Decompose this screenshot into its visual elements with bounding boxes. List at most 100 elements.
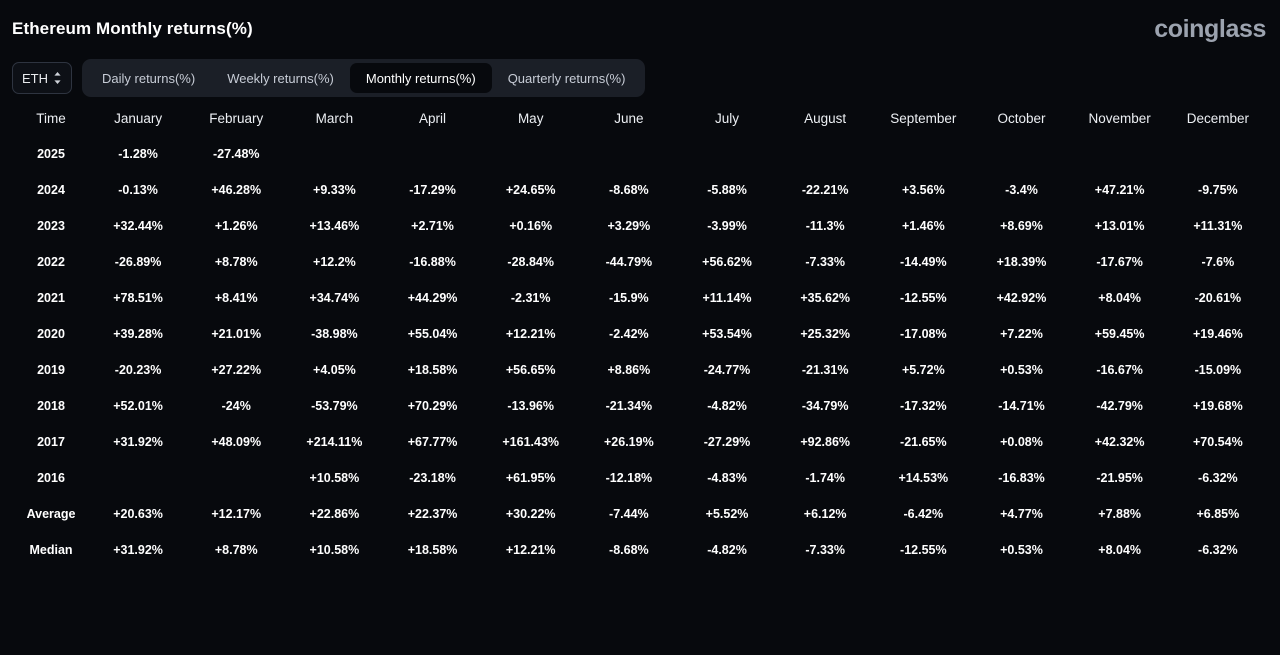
cell-2021-march: +34.74%	[309, 291, 360, 305]
column-header-september: September	[890, 111, 957, 126]
cell-median-july: -4.82%	[707, 543, 747, 557]
cell-empty	[777, 137, 873, 171]
cell-empty	[188, 461, 284, 495]
cell-2016-march: +10.58%	[309, 471, 360, 485]
cell-2021-june: -15.9%	[609, 291, 649, 305]
cell-2021-january: +78.51%	[113, 291, 163, 305]
cell-2019-april: +18.58%	[407, 363, 458, 377]
cell-2020-june: -2.42%	[609, 327, 649, 341]
cell-2024-may: +24.65%	[505, 183, 556, 197]
tab-daily-returns[interactable]: Daily returns(%)	[86, 63, 211, 93]
column-header-october: October	[997, 111, 1046, 126]
cell-2021-february: +8.41%	[214, 291, 258, 305]
cell-2019-february: +27.22%	[211, 363, 262, 377]
cell-empty	[581, 137, 677, 171]
cell-average-december: +6.85%	[1196, 507, 1240, 521]
cell-2024-october: -3.4%	[1005, 183, 1038, 197]
column-header-august: August	[804, 111, 847, 126]
table-row: 2019 -20.23% +27.22% +4.05% +18.58% +56.65% +8…	[14, 353, 1266, 387]
cell-2018-august: -34.79%	[801, 399, 849, 413]
cell-2022-august: -7.33%	[805, 255, 845, 269]
cell-2018-may: -13.96%	[507, 399, 554, 413]
tab-quarterly-returns[interactable]: Quarterly returns(%)	[492, 63, 642, 93]
cell-empty	[875, 137, 971, 171]
cell-2021-november: +8.04%	[1098, 291, 1142, 305]
cell-2024-april: -17.29%	[409, 183, 456, 197]
cell-2023-june: +3.29%	[607, 219, 651, 233]
cell-2024-march: +9.33%	[313, 183, 356, 197]
cell-2020-january: +39.28%	[113, 327, 163, 341]
cell-average-june: -7.44%	[609, 507, 649, 521]
tab-weekly-returns[interactable]: Weekly returns(%)	[211, 63, 350, 93]
cell-median-april: +18.58%	[407, 543, 458, 557]
cell-average-january: +20.63%	[113, 507, 163, 521]
cell-2017-october: +0.08%	[1000, 435, 1043, 449]
cell-2019-july: -24.77%	[703, 363, 751, 377]
tab-monthly-returns[interactable]: Monthly returns(%)	[349, 63, 492, 93]
returns-heatmap-page: Ethereum Monthly returns(%) coinglass ET…	[0, 0, 1280, 655]
column-header-time: Time	[36, 111, 66, 126]
column-header-november: November	[1088, 111, 1151, 126]
cell-median-september: -12.55%	[900, 543, 947, 557]
cell-2023-april: +2.71%	[411, 219, 454, 233]
cell-empty	[1170, 137, 1266, 171]
cell-median-december: -6.32%	[1198, 543, 1238, 557]
cell-2020-february: +21.01%	[211, 327, 262, 341]
cell-2017-march: +214.11%	[306, 435, 363, 449]
cell-2023-august: -11.3%	[805, 219, 845, 233]
cell-2020-march: -38.98%	[311, 327, 358, 341]
cell-average-november: +7.88%	[1098, 507, 1142, 521]
cell-2022-february: +8.78%	[214, 255, 258, 269]
cell-median-february: +8.78%	[214, 543, 258, 557]
cell-2019-october: +0.53%	[1000, 363, 1043, 377]
column-header-january: January	[114, 111, 163, 126]
table-row: Average +20.63% +12.17% +22.86% +22.37% +30.2…	[14, 497, 1266, 531]
cell-2021-april: +44.29%	[407, 291, 458, 305]
cell-2017-august: +92.86%	[800, 435, 851, 449]
table-header-row: Time January February March April May June July…	[14, 104, 1266, 135]
cell-2024-november: +47.21%	[1094, 183, 1145, 197]
cell-median-march: +10.58%	[309, 543, 360, 557]
cell-empty	[286, 137, 382, 171]
row-label-2018: 2018	[37, 399, 65, 413]
row-label-2024: 2024	[37, 183, 65, 197]
row-label-2017: 2017	[37, 435, 65, 449]
table-head: Time January February March April May June July…	[14, 104, 1266, 135]
cell-2016-july: -4.83%	[707, 471, 747, 485]
table-body: 2025 -1.28% -27.48% 2024 -0.13% +46.28% +9.33%…	[14, 137, 1266, 567]
cell-2018-february: -24%	[221, 399, 251, 413]
cell-2019-june: +8.86%	[607, 363, 651, 377]
cell-2024-july: -5.88%	[707, 183, 747, 197]
coinglass-logo: coinglass	[1154, 14, 1266, 43]
cell-2017-may: +161.43%	[502, 435, 560, 449]
cell-average-august: +6.12%	[803, 507, 847, 521]
cell-average-july: +5.52%	[705, 507, 749, 521]
column-header-april: April	[419, 111, 447, 126]
row-label-average: Average	[26, 507, 76, 521]
cell-2017-april: +67.77%	[407, 435, 458, 449]
cell-2019-january: -20.23%	[114, 363, 162, 377]
cell-median-august: -7.33%	[805, 543, 845, 557]
cell-2018-january: +52.01%	[113, 399, 163, 413]
cell-2020-december: +19.46%	[1193, 327, 1243, 341]
controls-bar: ETH Daily returns(%) Weekly returns(%) M…	[0, 58, 1280, 98]
cell-2018-april: +70.29%	[407, 399, 458, 413]
cell-2020-may: +12.21%	[505, 327, 556, 341]
cell-2020-november: +59.45%	[1094, 327, 1145, 341]
cell-2024-september: +3.56%	[901, 183, 945, 197]
cell-2021-september: -12.55%	[900, 291, 947, 305]
cell-2016-april: -23.18%	[409, 471, 456, 485]
cell-2021-may: -2.31%	[510, 291, 551, 305]
cell-2022-may: -28.84%	[507, 255, 554, 269]
table-row: 2023 +32.44% +1.26% +13.46% +2.71% +0.16% +3.2…	[14, 209, 1266, 243]
column-header-december: December	[1186, 111, 1249, 126]
cell-median-january: +31.92%	[113, 543, 163, 557]
cell-2020-july: +53.54%	[702, 327, 752, 341]
cell-2022-october: +18.39%	[996, 255, 1047, 269]
cell-2018-march: -53.79%	[311, 399, 358, 413]
symbol-selector[interactable]: ETH	[12, 62, 72, 94]
cell-2023-december: +11.31%	[1193, 219, 1243, 233]
table-row: 2020 +39.28% +21.01% -38.98% +55.04% +12.21% -…	[14, 317, 1266, 351]
cell-2016-october: -16.83%	[998, 471, 1045, 485]
cell-empty	[973, 137, 1069, 171]
